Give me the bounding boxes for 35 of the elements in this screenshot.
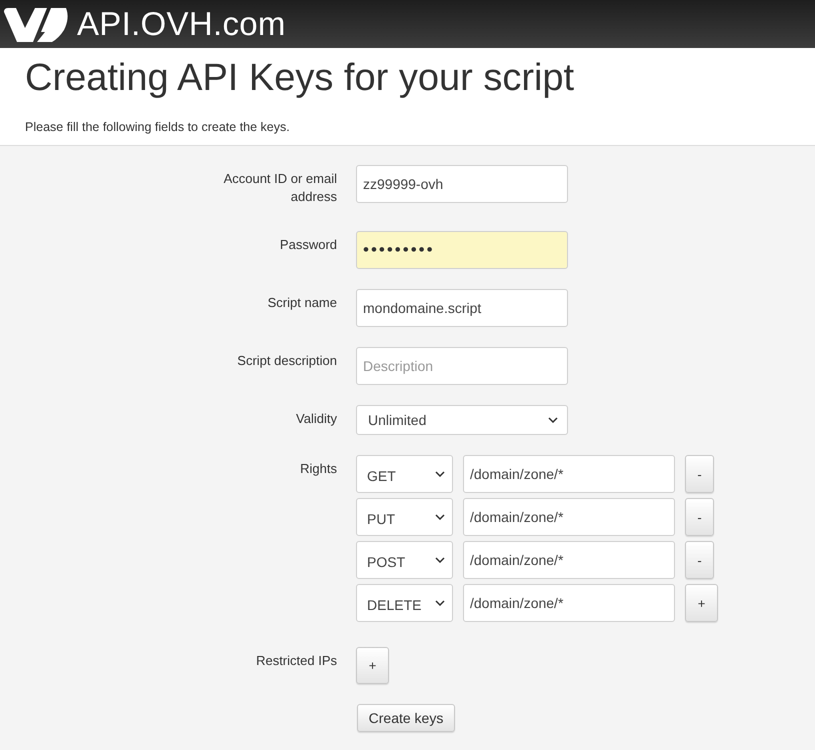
chevron-icon [435, 514, 445, 520]
field-label: Script description [236, 352, 337, 370]
chevron-icon [435, 471, 445, 477]
method-select[interactable]: DELETE [356, 584, 453, 622]
text-input[interactable]: Description [356, 347, 568, 385]
chevron-icon [435, 557, 445, 563]
add-button[interactable]: + [356, 647, 389, 684]
page-subtitle: Please fill the following fields to create the keys. [25, 119, 291, 135]
path-input[interactable]: /domain/zone/* [463, 498, 675, 536]
add-button[interactable]: + [685, 584, 718, 622]
remove-button[interactable]: - [685, 541, 714, 579]
path-input[interactable]: /domain/zone/* [463, 584, 675, 622]
field-label: Password [278, 236, 337, 254]
field-label: Script name [266, 294, 337, 312]
path-input[interactable]: /domain/zone/* [463, 541, 675, 579]
field-label: Account ID or email address [222, 170, 337, 206]
chevron-icon [548, 417, 558, 423]
text-input[interactable]: mondomaine.script [356, 289, 568, 327]
field-label: Restricted IPs [255, 652, 337, 670]
remove-button[interactable]: - [685, 455, 714, 493]
method-select[interactable]: POST [356, 541, 453, 579]
validity-select[interactable]: Unlimited [356, 405, 568, 435]
create-keys-button[interactable]: Create keys [357, 704, 455, 732]
field-label: Validity [295, 410, 337, 428]
remove-button[interactable]: - [685, 498, 714, 536]
chevron-icon [435, 600, 445, 606]
method-select[interactable]: GET [356, 455, 453, 493]
field-label: Rights [299, 460, 337, 478]
password-input[interactable]: ••••••••• [356, 231, 568, 269]
site-name: API.OVH.com [77, 5, 286, 43]
text-input[interactable]: zz99999-ovh [356, 165, 568, 203]
page-title: Creating API Keys for your script [25, 56, 576, 100]
path-input[interactable]: /domain/zone/* [463, 455, 675, 493]
method-select[interactable]: PUT [356, 498, 453, 536]
logo-icon [4, 6, 70, 44]
